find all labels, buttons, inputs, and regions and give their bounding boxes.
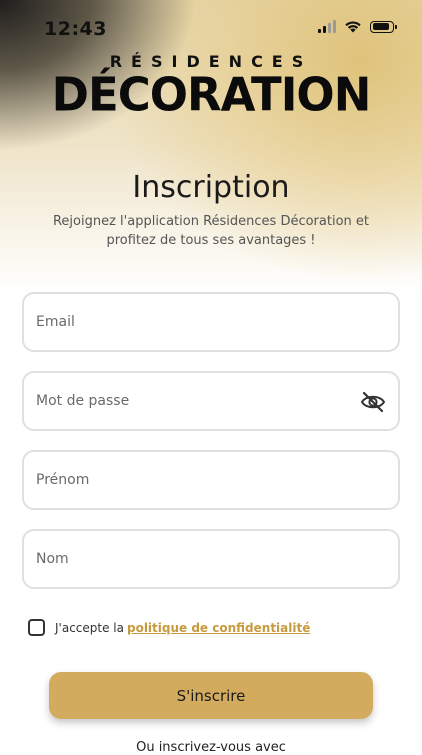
status-bar: 12:43 — [0, 0, 422, 56]
firstname-input[interactable] — [24, 452, 398, 508]
alternative-signup-text: Ou inscrivez-vous avec — [136, 740, 286, 755]
logo-title: DÉCORATION — [51, 67, 372, 122]
eye-slash-icon[interactable] — [360, 390, 386, 414]
email-input[interactable] — [24, 294, 398, 350]
status-time: 12:43 — [44, 18, 107, 40]
lastname-input[interactable] — [24, 531, 398, 587]
lastname-field[interactable] — [22, 529, 400, 589]
password-input[interactable] — [24, 373, 398, 429]
signup-button[interactable]: S'inscrire — [49, 672, 373, 719]
status-icons — [318, 20, 397, 33]
page-title: Inscription — [132, 170, 290, 205]
privacy-policy-link[interactable]: politique de confidentialité — [127, 621, 310, 635]
page-subtitle: Rejoignez l'application Résidences Décor… — [52, 214, 370, 248]
privacy-consent: J'accepte la politique de confidentialit… — [28, 619, 310, 636]
email-field[interactable] — [22, 292, 400, 352]
cellular-signal-icon — [318, 20, 336, 33]
firstname-field[interactable] — [22, 450, 400, 510]
consent-label: J'accepte la — [55, 620, 124, 635]
consent-checkbox[interactable] — [28, 619, 45, 636]
password-field[interactable] — [22, 371, 400, 431]
battery-icon — [370, 20, 397, 33]
wifi-icon — [345, 21, 361, 33]
